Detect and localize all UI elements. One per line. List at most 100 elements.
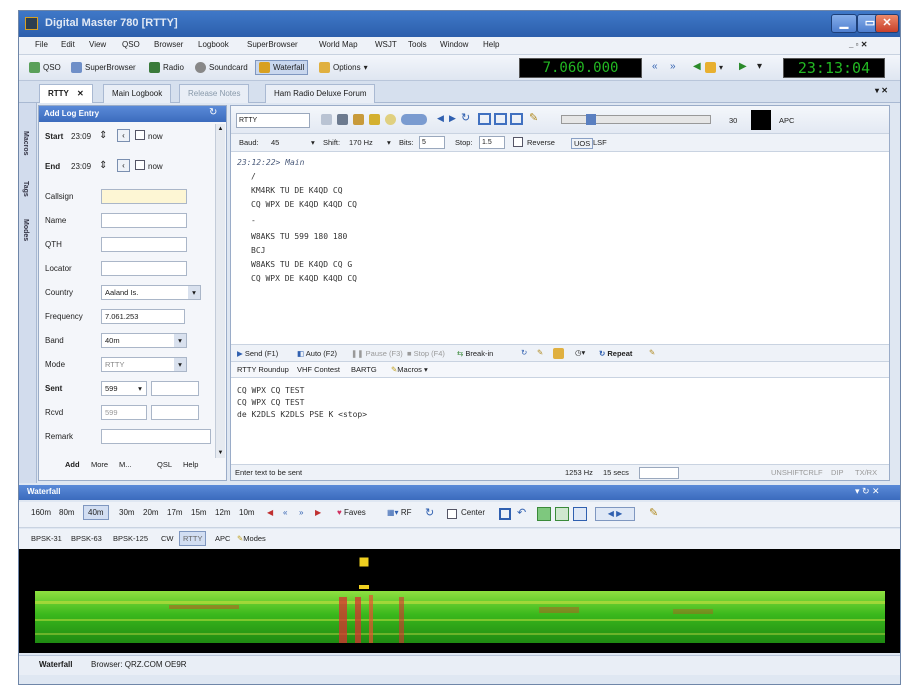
level-slider[interactable] bbox=[561, 114, 711, 125]
rtty-roundup-button[interactable]: RTTY Roundup bbox=[237, 365, 289, 374]
country-select[interactable]: Aaland Is. ▾ bbox=[101, 285, 201, 300]
band-17m[interactable]: 17m bbox=[167, 508, 183, 517]
menu-help[interactable]: Help bbox=[483, 40, 499, 49]
window-icon[interactable] bbox=[478, 113, 491, 125]
marker-icon[interactable] bbox=[573, 507, 587, 521]
receive-text-area[interactable]: 23:12:22> Main / KM4RK TU DE K4QD CQ CQ … bbox=[231, 154, 889, 344]
mode-cw[interactable]: CW bbox=[161, 534, 174, 543]
span-stepper[interactable]: ◀ ▶ bbox=[595, 507, 635, 521]
start-time[interactable]: 23:09 bbox=[71, 132, 91, 141]
stop-select[interactable]: 1.5 bbox=[479, 136, 505, 149]
break-in-button[interactable]: ⇆ Break-in bbox=[457, 349, 493, 358]
options-button[interactable]: Options ▾ bbox=[319, 62, 368, 73]
tab-help[interactable]: Help bbox=[183, 460, 198, 469]
band-160m[interactable]: 160m bbox=[31, 508, 51, 517]
prev-icon[interactable]: ◀ bbox=[437, 113, 444, 124]
bell-icon[interactable] bbox=[385, 114, 396, 125]
window-icon[interactable] bbox=[510, 113, 523, 125]
next-icon[interactable]: ▶ bbox=[449, 113, 456, 124]
waterfall-window-controls[interactable]: ▾ ↻ ✕ bbox=[855, 486, 880, 497]
close-button[interactable]: ✕ bbox=[875, 14, 899, 33]
refresh-icon[interactable]: ↻ bbox=[209, 107, 217, 118]
radio-button[interactable]: Radio bbox=[149, 62, 184, 73]
settings-icon[interactable]: ✎ bbox=[649, 348, 655, 357]
end-spinner-icon[interactable]: ⇕ bbox=[99, 160, 107, 171]
nav-forward-icon[interactable]: » bbox=[299, 508, 303, 517]
repeat-button[interactable]: ↻ Repeat bbox=[599, 349, 632, 358]
tab-main-logbook[interactable]: Main Logbook bbox=[103, 84, 172, 103]
tab-add[interactable]: Add bbox=[65, 460, 80, 469]
tab-more[interactable]: More bbox=[91, 460, 108, 469]
clear-icon[interactable] bbox=[353, 114, 364, 125]
rtty-mode-select[interactable]: RTTY bbox=[236, 113, 310, 128]
menu-tools[interactable]: Tools bbox=[408, 40, 427, 49]
window-icon[interactable] bbox=[494, 113, 507, 125]
mode-apc[interactable]: APC bbox=[215, 534, 230, 543]
rf-button[interactable]: ▦▾ RF bbox=[387, 508, 411, 517]
transmit-text-area[interactable]: CQ WPX CQ TEST CQ WPX CQ TEST de K2DLS K… bbox=[231, 378, 889, 464]
pencil-icon[interactable] bbox=[369, 114, 380, 125]
nav-next-icon[interactable]: ▶ bbox=[315, 508, 321, 517]
pencil-icon[interactable]: ✎ bbox=[537, 348, 543, 357]
rcvd-extra-field[interactable] bbox=[151, 405, 199, 420]
bits-select[interactable]: 5 bbox=[419, 136, 445, 149]
config-icon[interactable]: ✎ bbox=[529, 111, 538, 124]
prev-arrow-icon[interactable]: ◀ bbox=[693, 61, 701, 72]
scroll-down-icon[interactable]: ▼ bbox=[216, 450, 225, 456]
rx-indicator[interactable] bbox=[401, 114, 427, 125]
apc-label[interactable]: APC bbox=[779, 116, 794, 125]
menu-browser[interactable]: Browser bbox=[154, 40, 183, 49]
end-now-checkbox[interactable] bbox=[135, 160, 145, 170]
tuning-cursor[interactable] bbox=[359, 585, 369, 589]
end-stamp-button[interactable]: ‹ bbox=[117, 159, 130, 172]
frequency-field[interactable]: 7.061.253 bbox=[101, 309, 185, 324]
zoom-icon[interactable] bbox=[499, 508, 511, 520]
tuning-marker[interactable] bbox=[358, 556, 370, 568]
sent-select[interactable]: 599 ▾ bbox=[101, 381, 147, 396]
menu-view[interactable]: View bbox=[89, 40, 106, 49]
bartg-button[interactable]: BARTG bbox=[351, 365, 377, 374]
pause-button[interactable]: ❚❚ Pause (F3) bbox=[351, 349, 403, 358]
auto-button[interactable]: ◧ Auto (F2) bbox=[297, 349, 337, 358]
minimize-button[interactable]: ▁ bbox=[831, 14, 857, 33]
shift-value[interactable]: 170 Hz bbox=[349, 138, 373, 147]
nav-back-icon[interactable]: « bbox=[283, 508, 287, 517]
side-tab-modes[interactable]: Modes bbox=[22, 219, 29, 241]
uos-toggle[interactable]: UOS bbox=[571, 138, 594, 149]
mode-select[interactable]: RTTY ▾ bbox=[101, 357, 187, 372]
mdi-controls[interactable]: _ ▫ ✕ bbox=[849, 40, 867, 49]
mode-rtty[interactable]: RTTY bbox=[179, 531, 207, 546]
shift-dropdown-icon[interactable]: ▾ bbox=[387, 138, 391, 147]
save-icon[interactable] bbox=[337, 114, 348, 125]
superbrowser-button[interactable]: SuperBrowser bbox=[71, 62, 136, 73]
menu-logbook[interactable]: Logbook bbox=[198, 40, 229, 49]
overflow-icon[interactable]: ▾ bbox=[757, 61, 762, 72]
level-slider-thumb[interactable] bbox=[586, 114, 596, 125]
center-checkbox[interactable] bbox=[447, 509, 457, 519]
menu-window[interactable]: Window bbox=[440, 40, 468, 49]
refresh-icon[interactable]: ↻ bbox=[461, 111, 470, 124]
next-arrow-icon[interactable]: ▶ bbox=[739, 61, 747, 72]
frequency-display[interactable]: 7.060.000 bbox=[519, 58, 642, 78]
send-button[interactable]: ▶ Send (F1) bbox=[237, 349, 278, 358]
memory-folder-icon[interactable]: ▾ bbox=[705, 62, 723, 73]
band-15m[interactable]: 15m bbox=[191, 508, 207, 517]
tab-m[interactable]: M... bbox=[119, 460, 132, 469]
start-now-checkbox[interactable] bbox=[135, 130, 145, 140]
band-20m[interactable]: 20m bbox=[143, 508, 159, 517]
band-30m[interactable]: 30m bbox=[119, 508, 135, 517]
qth-field[interactable] bbox=[101, 237, 187, 252]
start-stamp-button[interactable]: ‹ bbox=[117, 129, 130, 142]
menu-edit[interactable]: Edit bbox=[61, 40, 75, 49]
rcvd-field[interactable]: 599 bbox=[101, 405, 147, 420]
waterfall-button[interactable]: Waterfall bbox=[255, 60, 309, 75]
end-time[interactable]: 23:09 bbox=[71, 162, 91, 171]
macros-button[interactable]: ✎Macros ▾ bbox=[391, 365, 428, 374]
sent-extra-field[interactable] bbox=[151, 381, 199, 396]
nav-prev-icon[interactable]: ◀ bbox=[267, 508, 273, 517]
band-10m[interactable]: 10m bbox=[239, 508, 255, 517]
mode-bpsk31[interactable]: BPSK-31 bbox=[31, 534, 62, 543]
qso-button[interactable]: QSO bbox=[29, 62, 61, 73]
band-12m[interactable]: 12m bbox=[215, 508, 231, 517]
menu-qso[interactable]: QSO bbox=[122, 40, 140, 49]
